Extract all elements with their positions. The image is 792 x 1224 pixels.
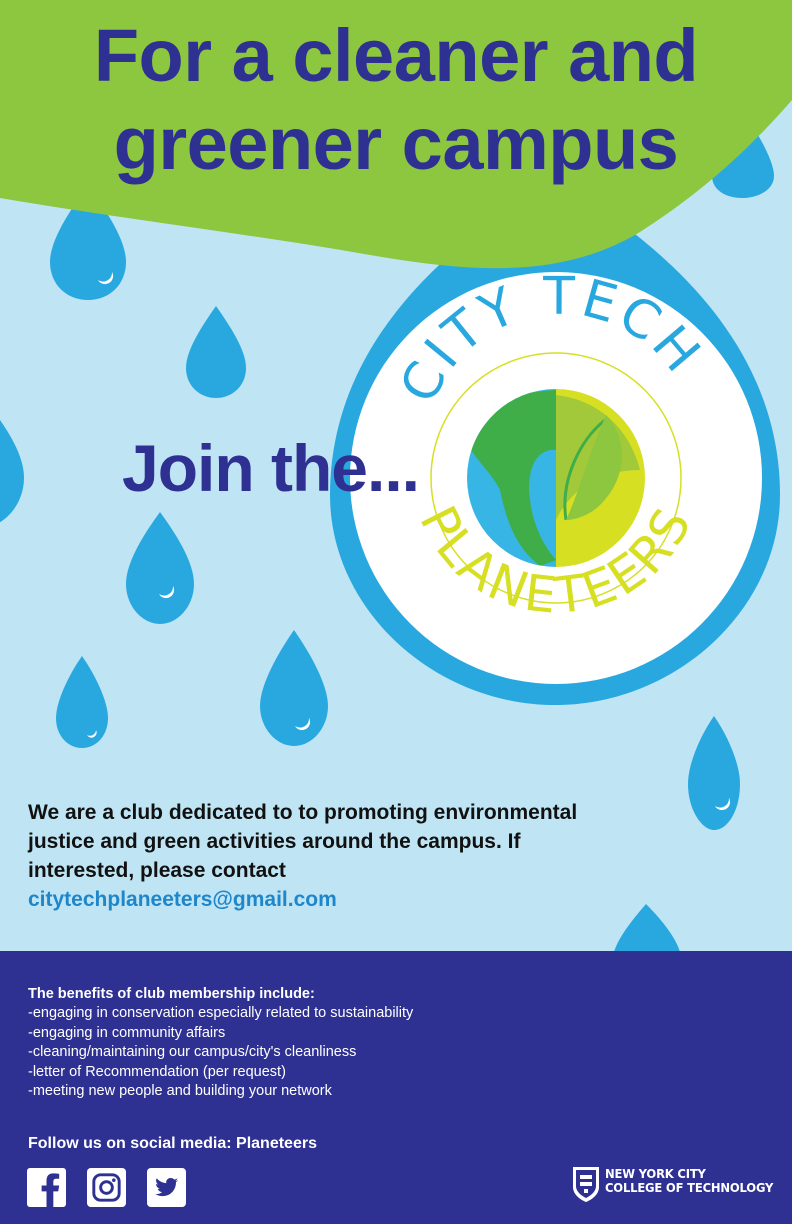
intro-text: We are a club dedicated to to promoting … — [28, 801, 578, 882]
twitter-icon[interactable] — [147, 1168, 186, 1207]
college-name-line-2: COLLEGE OF TECHNOLOGY — [605, 1181, 774, 1195]
college-name-line-1: NEW YORK CITY — [605, 1167, 706, 1181]
poster: For a cleaner and greener campus CITY TE… — [0, 0, 792, 1224]
footer-panel: The benefits of club membership include:… — [0, 951, 792, 1224]
globe-icon — [467, 389, 645, 567]
benefits-heading: The benefits of club membership include: — [28, 986, 315, 1002]
college-seal-icon — [573, 1167, 599, 1202]
benefit-item: -meeting new people and building your ne… — [28, 1083, 332, 1100]
intro-paragraph: We are a club dedicated to to promoting … — [28, 798, 588, 914]
benefit-item: -letter of Recommendation (per request) — [28, 1063, 286, 1080]
benefit-item: -cleaning/maintaining our campus/city's … — [28, 1044, 357, 1061]
college-name: NEW YORK CITY COLLEGE OF TECHNOLOGY — [605, 1167, 773, 1195]
college-logo: NEW YORK CITY COLLEGE OF TECHNOLOGY — [571, 1165, 786, 1205]
benefit-item: -engaging in conservation especially rel… — [28, 1005, 414, 1022]
social-label: Follow us on social media: Planeteers — [28, 1135, 317, 1152]
instagram-icon[interactable] — [87, 1168, 126, 1207]
facebook-icon[interactable] — [27, 1168, 66, 1207]
benefits-list: The benefits of club membership include:… — [28, 985, 628, 1101]
benefit-item: -engaging in community affairs — [28, 1024, 226, 1041]
join-text: Join the... — [122, 431, 420, 505]
contact-email-link[interactable]: citytechplaneeters@gmail.com — [28, 885, 588, 914]
